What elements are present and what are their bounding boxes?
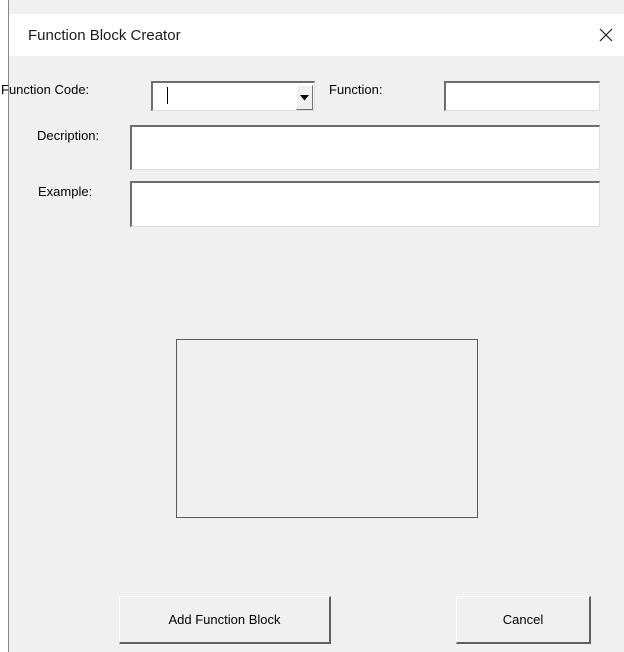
chevron-down-icon [300, 94, 309, 100]
function-block-preview [176, 339, 478, 518]
title-bar[interactable]: Function Block Creator [9, 14, 624, 56]
function-label: Function: [329, 82, 383, 97]
function-input[interactable] [444, 81, 600, 111]
description-input[interactable] [130, 125, 600, 170]
window-title: Function Block Creator [28, 27, 181, 44]
example-input[interactable] [130, 181, 600, 227]
text-cursor [167, 87, 168, 104]
add-function-block-button[interactable]: Add Function Block [119, 596, 331, 644]
example-label: Example: [38, 184, 93, 199]
cancel-button[interactable]: Cancel [456, 596, 591, 644]
close-button[interactable] [588, 14, 624, 56]
close-icon [599, 28, 613, 42]
function-code-combobox[interactable] [151, 81, 315, 111]
dropdown-button[interactable] [296, 85, 313, 110]
description-label: Decription: [37, 128, 100, 143]
dialog-window: Function Block Creator Function Code: Fu… [1, 0, 624, 652]
function-code-label: Function Code: [1, 82, 90, 97]
